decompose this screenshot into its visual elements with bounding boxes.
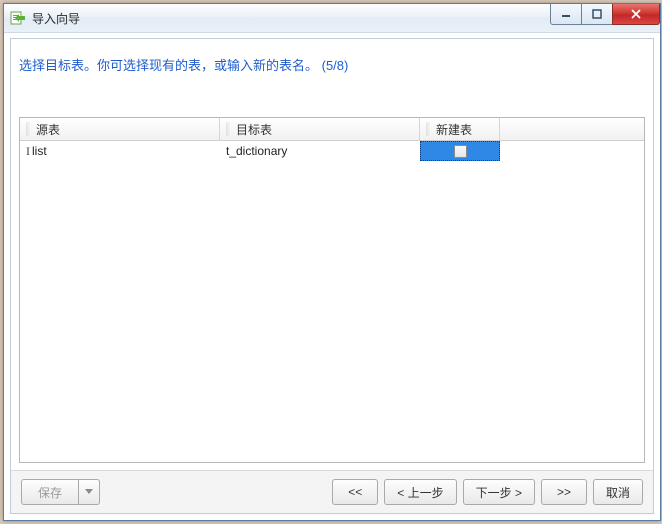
first-button[interactable]: << xyxy=(332,479,378,505)
cell-source[interactable]: I list xyxy=(20,141,220,161)
table-header: 源表 目标表 新建表 xyxy=(20,118,644,141)
table-row[interactable]: I list t_dictionary xyxy=(20,141,644,161)
last-button[interactable]: >> xyxy=(541,479,587,505)
header-source[interactable]: 源表 xyxy=(20,118,220,140)
app-icon xyxy=(10,10,26,26)
import-wizard-window: 导入向导 选择目标表。你可选择现有的表，或输入新的表名。 (5/8) 源表 目标… xyxy=(3,3,661,521)
window-title: 导入向导 xyxy=(32,10,80,27)
client-area: 选择目标表。你可选择现有的表，或输入新的表名。 (5/8) 源表 目标表 新建表… xyxy=(10,38,654,514)
prev-button[interactable]: < 上一步 xyxy=(384,479,456,505)
row-cursor-icon: I xyxy=(26,144,30,159)
next-button[interactable]: 下一步 > xyxy=(463,479,535,505)
new-table-checkbox[interactable] xyxy=(454,145,467,158)
wizard-footer: 保存 << < 上一步 下一步 > >> 取消 xyxy=(11,470,653,513)
titlebar: 导入向导 xyxy=(4,4,660,33)
header-target[interactable]: 目标表 xyxy=(220,118,420,140)
mapping-table: 源表 目标表 新建表 I list t_dictionary xyxy=(19,117,645,463)
save-button[interactable]: 保存 xyxy=(21,479,79,505)
source-value: list xyxy=(32,144,47,158)
close-button[interactable] xyxy=(612,4,660,25)
table-body: I list t_dictionary xyxy=(20,141,644,463)
chevron-down-icon xyxy=(85,489,93,495)
new-checkbox-cell xyxy=(420,141,500,161)
cancel-button[interactable]: 取消 xyxy=(593,479,643,505)
cell-target[interactable]: t_dictionary xyxy=(220,141,420,161)
target-value: t_dictionary xyxy=(226,144,287,158)
cell-new[interactable] xyxy=(420,141,500,161)
maximize-button[interactable] xyxy=(581,4,613,25)
instruction-text: 选择目标表。你可选择现有的表，或输入新的表名。 (5/8) xyxy=(11,39,653,74)
minimize-button[interactable] xyxy=(550,4,582,25)
header-new[interactable]: 新建表 xyxy=(420,118,500,140)
save-dropdown-button[interactable] xyxy=(79,479,100,505)
save-split-button: 保存 xyxy=(21,479,100,505)
window-controls xyxy=(551,4,660,24)
